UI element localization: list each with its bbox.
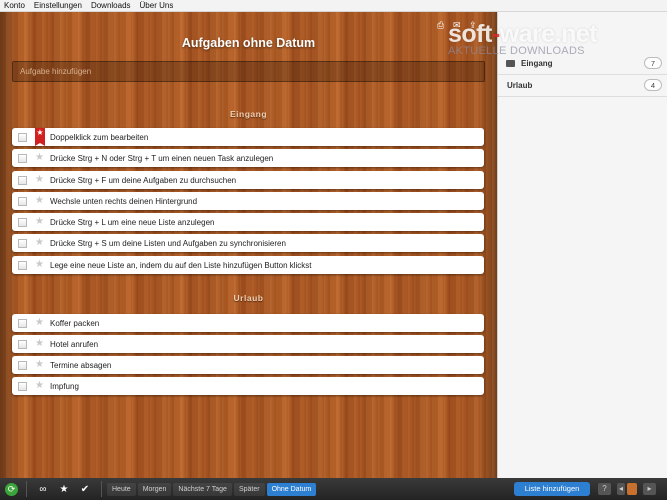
task-text: Drücke Strg + N oder Strg + T um einen n… <box>50 153 274 163</box>
add-task-field[interactable] <box>12 61 485 82</box>
task-checkbox[interactable] <box>18 339 27 349</box>
star-icon[interactable]: ★ <box>35 339 45 349</box>
page-title: Aufgaben ohne Datum <box>181 36 316 50</box>
task-text: Drücke Strg + F um deine Aufgaben zu dur… <box>50 175 237 185</box>
link-icon[interactable]: ∞ <box>35 481 51 497</box>
filter-ohne-datum[interactable]: Ohne Datum <box>266 482 317 496</box>
task-checkbox[interactable] <box>18 175 27 185</box>
task-text: Lege eine neue Liste an, indem du auf de… <box>50 260 312 270</box>
menu-einstellungen[interactable]: Einstellungen <box>34 1 82 10</box>
filter-morgen[interactable]: Morgen <box>137 482 172 496</box>
task-row[interactable]: ★ Drücke Strg + L um eine neue Liste anz… <box>12 213 484 231</box>
background-prev-icon[interactable]: ◂ <box>617 483 625 495</box>
star-icon[interactable]: ★ <box>35 318 45 328</box>
star-icon[interactable]: ★ <box>35 196 45 206</box>
count-badge: 4 <box>644 79 662 91</box>
star-icon[interactable]: ★ <box>35 381 45 391</box>
task-checkbox[interactable] <box>18 360 27 370</box>
inbox-icon <box>506 60 515 67</box>
menu-konto[interactable]: Konto <box>4 1 25 10</box>
background-swatch-icon[interactable] <box>627 483 637 495</box>
task-text: Termine absagen <box>50 360 112 370</box>
task-row[interactable]: ★ Drücke Strg + F um deine Aufgaben zu d… <box>12 171 484 189</box>
task-row[interactable]: ★ Drücke Strg + S um deine Listen und Au… <box>12 234 484 252</box>
sidebar-item-label: Eingang <box>521 59 553 68</box>
star-filter-icon[interactable]: ★ <box>56 481 72 497</box>
star-icon[interactable]: ★ <box>35 217 45 227</box>
star-icon[interactable]: ★ <box>35 153 45 163</box>
add-list-button[interactable]: Liste hinzufügen <box>514 482 590 496</box>
task-text: Drücke Strg + S um deine Listen und Aufg… <box>50 238 286 248</box>
star-icon[interactable]: ★ <box>35 175 45 185</box>
task-checkbox[interactable] <box>18 153 27 163</box>
task-checkbox[interactable] <box>18 318 27 328</box>
section-header-eingang: Eingang <box>229 109 268 119</box>
sync-icon[interactable]: ⟳ <box>5 482 18 496</box>
task-text: Drücke Strg + L um eine neue Liste anzul… <box>50 217 215 227</box>
task-text: Impfung <box>50 381 79 391</box>
count-badge: 7 <box>644 57 662 69</box>
task-checkbox[interactable] <box>18 260 27 270</box>
menubar: Konto Einstellungen Downloads Über Uns <box>0 0 667 12</box>
star-icon[interactable]: ★ <box>35 360 45 370</box>
task-text: Koffer packen <box>50 318 100 328</box>
background-next-icon[interactable]: ▸ <box>643 483 656 495</box>
divider <box>26 481 27 497</box>
task-row[interactable]: ★ Impfung <box>12 377 484 395</box>
sidebar-item-label: Urlaub <box>507 81 533 90</box>
task-checkbox[interactable] <box>18 381 27 391</box>
sidebar-item-eingang[interactable]: Eingang 7 <box>498 53 667 75</box>
sidebar-item-urlaub[interactable]: Urlaub 4 <box>498 75 667 97</box>
list-sidebar: Eingang 7 Urlaub 4 <box>497 12 667 478</box>
help-button[interactable]: ? <box>598 483 611 495</box>
task-row[interactable]: ★ Hotel anrufen <box>12 335 484 353</box>
section-header-urlaub: Urlaub <box>233 293 264 303</box>
task-row[interactable]: ★ Wechsle unten rechts deinen Hintergrun… <box>12 192 484 210</box>
menu-downloads[interactable]: Downloads <box>91 1 131 10</box>
divider <box>101 481 102 497</box>
print-icon[interactable]: ⎙ <box>437 21 447 30</box>
task-text: Hotel anrufen <box>50 339 99 349</box>
mail-icon[interactable]: ✉ <box>453 21 463 30</box>
task-checkbox[interactable] <box>18 238 27 248</box>
task-row[interactable]: ★ Lege eine neue Liste an, indem du auf … <box>12 256 484 274</box>
task-checkbox[interactable] <box>18 196 27 206</box>
task-row[interactable]: ★ Termine absagen <box>12 356 484 374</box>
share-icon[interactable]: ⇪ <box>469 21 479 30</box>
header-icons: ⎙ ✉ ⇪ <box>437 21 479 30</box>
task-checkbox[interactable] <box>18 217 27 227</box>
done-check-icon[interactable]: ✔ <box>77 481 93 497</box>
star-icon[interactable]: ★ <box>35 260 45 270</box>
filter-naechste-7-tage[interactable]: Nächste 7 Tage <box>173 482 232 496</box>
star-icon[interactable]: ★ <box>35 238 45 248</box>
task-text: Doppelklick zum bearbeiten <box>50 132 149 142</box>
bottom-toolbar: ⟳ ∞ ★ ✔ Heute Morgen Nächste 7 Tage Spät… <box>0 478 667 500</box>
task-checkbox[interactable] <box>18 132 27 142</box>
task-row[interactable]: ★ Doppelklick zum bearbeiten <box>12 128 484 146</box>
filter-spaeter[interactable]: Später <box>233 482 265 496</box>
task-row[interactable]: ★ Drücke Strg + N oder Strg + T um einen… <box>12 149 484 167</box>
task-row[interactable]: ★ Koffer packen <box>12 314 484 332</box>
filter-heute[interactable]: Heute <box>107 482 136 496</box>
star-flag-icon[interactable]: ★ <box>35 128 45 146</box>
menu-ueber-uns[interactable]: Über Uns <box>140 1 174 10</box>
task-area: ⎙ ✉ ⇪ Aufgaben ohne Datum Eingang ★ Dopp… <box>0 12 497 478</box>
task-text: Wechsle unten rechts deinen Hintergrund <box>50 196 198 206</box>
add-task-input[interactable] <box>13 62 484 81</box>
